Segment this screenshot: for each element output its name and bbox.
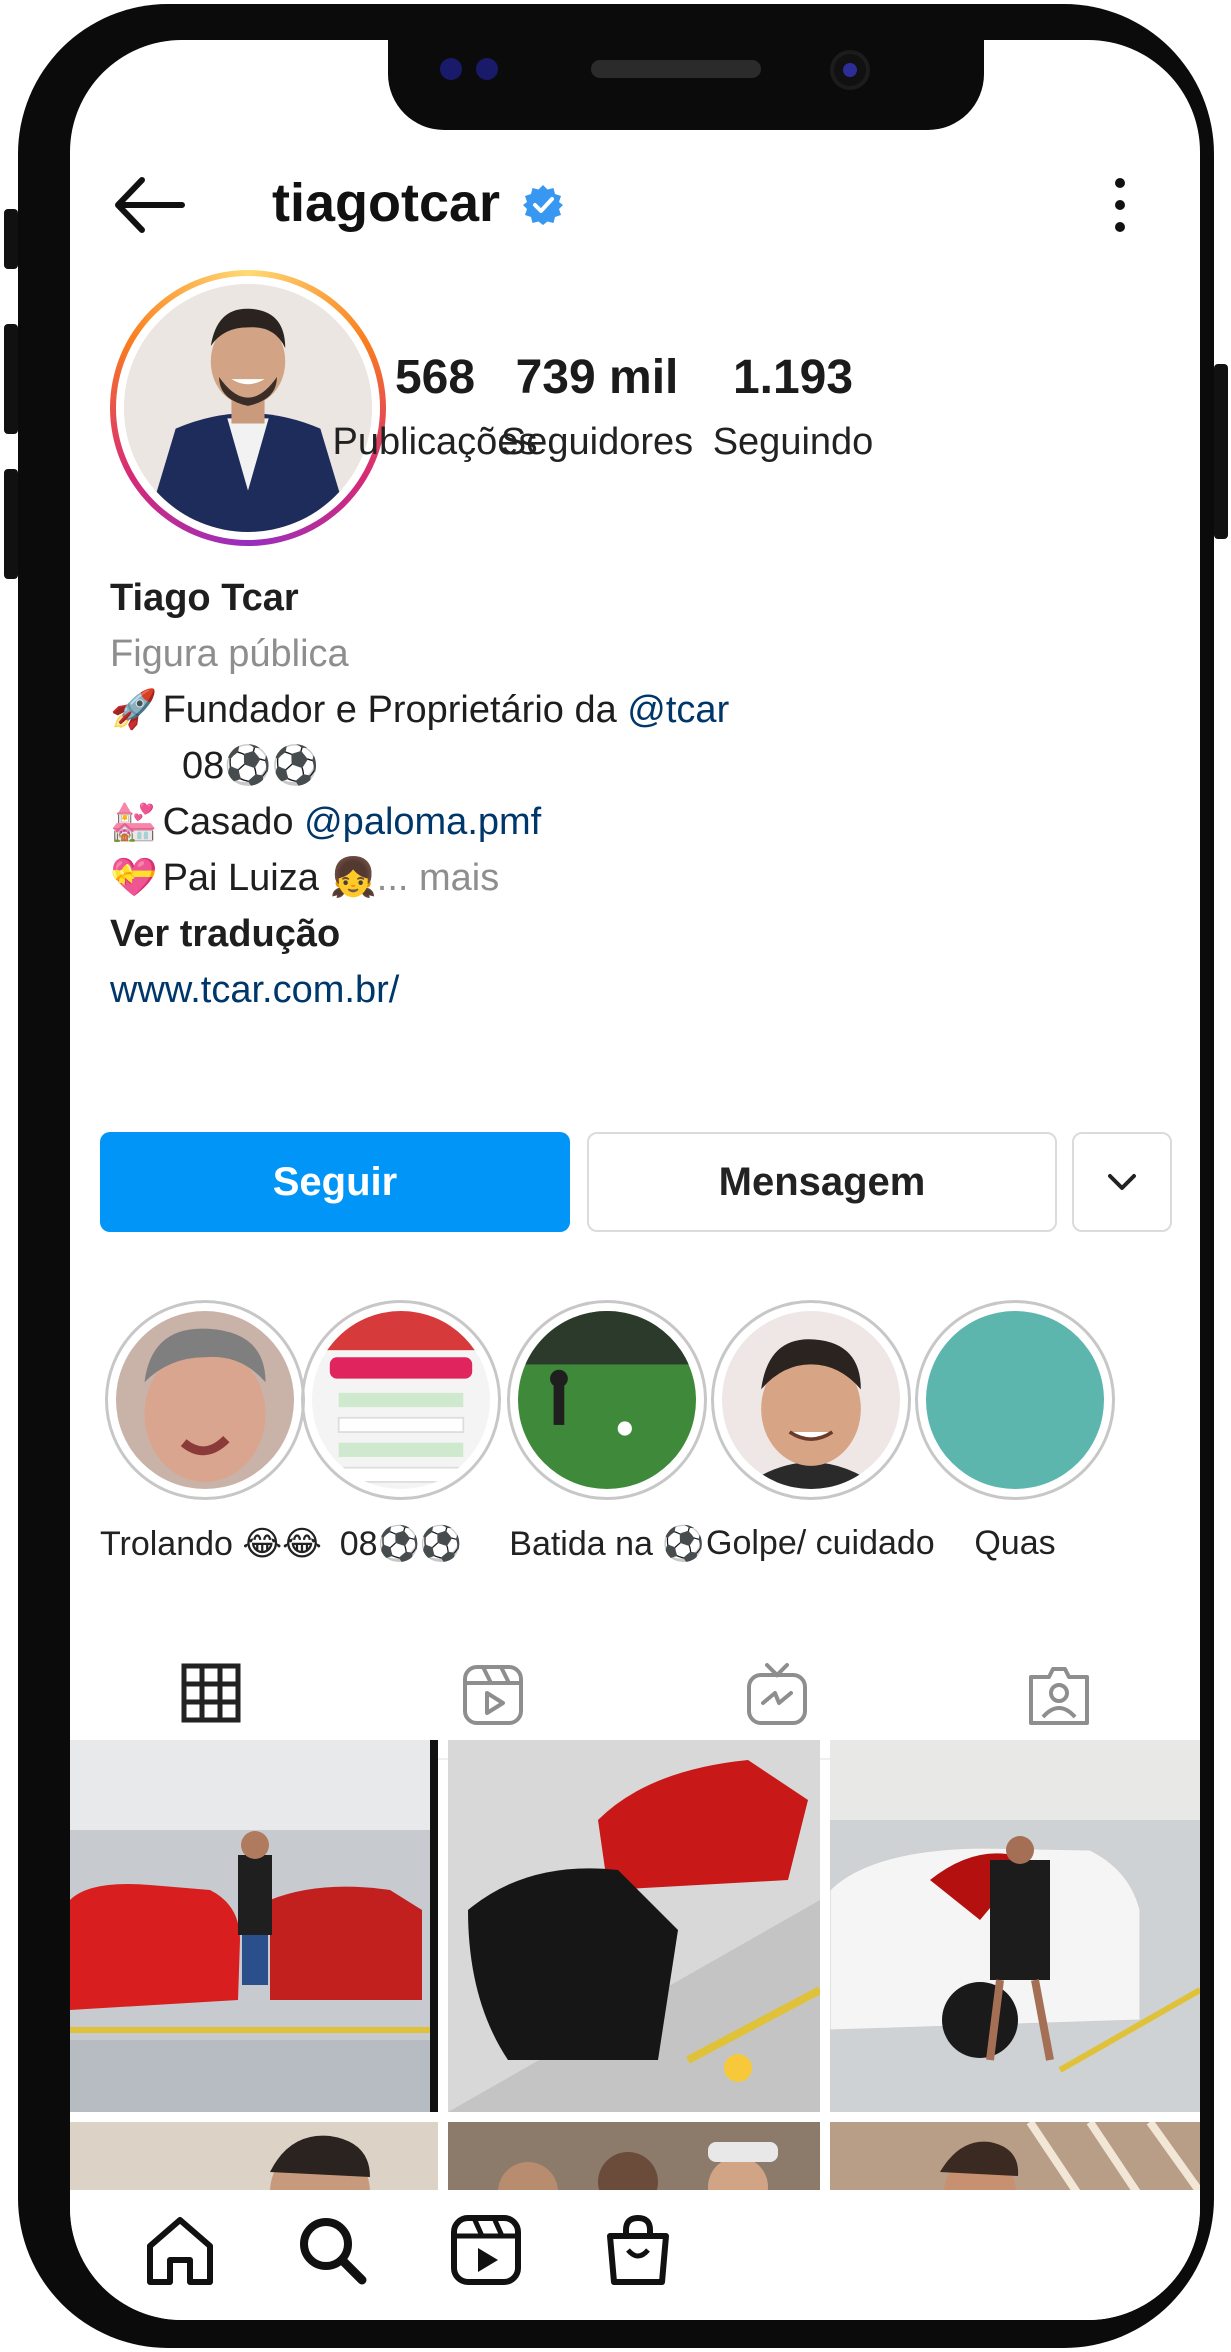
- follow-button[interactable]: Seguir: [100, 1132, 570, 1232]
- profile-full-name: Tiago Tcar: [110, 577, 299, 619]
- igtv-icon: [747, 1663, 807, 1725]
- highlight-item[interactable]: Trolando 😂😂: [100, 1300, 322, 1564]
- tagged-icon: [1029, 1667, 1089, 1725]
- highlight-ring: [915, 1300, 1115, 1500]
- bio-line-08: 08⚽⚽: [182, 745, 319, 787]
- bio-more-link[interactable]: ... mais: [377, 857, 499, 899]
- highlight-cover: [312, 1311, 490, 1489]
- profile-username: tiagotcar: [272, 173, 501, 233]
- highlight-cover: [116, 1311, 294, 1489]
- reels-icon[interactable]: [446, 2210, 526, 2290]
- highlight-label: Trolando 😂😂: [100, 1525, 322, 1563]
- notch: [388, 40, 984, 130]
- message-button[interactable]: Mensagem: [587, 1132, 1057, 1232]
- verified-badge-icon: [523, 185, 563, 225]
- more-options-icon[interactable]: [1105, 170, 1135, 240]
- website-link[interactable]: www.tcar.com.br/: [110, 962, 1110, 1018]
- rocket-emoji: 🚀: [110, 689, 158, 731]
- bottom-navigation: [70, 2190, 1200, 2320]
- highlight-label: 08⚽⚽: [339, 1525, 463, 1563]
- search-icon[interactable]: [292, 2210, 372, 2290]
- post-thumbnail[interactable]: [830, 1740, 1200, 2112]
- highlight-ring: [711, 1300, 911, 1500]
- profile-category: Figura pública: [110, 633, 349, 675]
- highlight-cover: [722, 1311, 900, 1489]
- following-count: 1.193: [732, 351, 854, 404]
- bio-line-founder: 🚀 Fundador e Proprietário da @tcar: [110, 682, 1110, 738]
- highlight-label: Quas: [974, 1524, 1056, 1562]
- post-thumbnail[interactable]: [448, 1740, 820, 2112]
- highlight-item[interactable]: Quas: [910, 1300, 1120, 1563]
- bio-father-text: Pai Luiza 👧: [162, 857, 377, 899]
- bio-founder-text: Fundador e Proprietário da: [162, 689, 628, 731]
- profile-bio: Tiago Tcar Figura pública 🚀 Fundador e P…: [110, 570, 1110, 1018]
- highlight-cover: [518, 1311, 696, 1489]
- earpiece-speaker: [591, 60, 761, 78]
- profile-header: tiagotcar: [70, 140, 1200, 270]
- front-camera: [830, 50, 870, 90]
- highlight-item[interactable]: Batida na ⚽: [502, 1300, 712, 1564]
- suggested-accounts-button[interactable]: [1072, 1132, 1172, 1232]
- heart-gift-emoji: 💝: [110, 857, 158, 899]
- volume-down-button: [4, 469, 18, 579]
- mention-paloma[interactable]: @paloma.pmf: [304, 801, 541, 843]
- home-icon[interactable]: [140, 2210, 220, 2290]
- highlight-label: Golpe/ cuidado: [706, 1524, 935, 1562]
- highlight-ring: [105, 1300, 305, 1500]
- highlight-ring: [301, 1300, 501, 1500]
- power-button: [1214, 364, 1228, 539]
- highlight-label: Batida na ⚽: [509, 1525, 705, 1563]
- bio-line-father: 💝 Pai Luiza 👧... mais: [110, 850, 1110, 906]
- reels-icon: [463, 1665, 523, 1725]
- see-translation-link[interactable]: Ver tradução: [110, 906, 1110, 962]
- shop-icon[interactable]: [598, 2210, 678, 2290]
- highlight-item[interactable]: 08⚽⚽: [296, 1300, 506, 1564]
- stat-following[interactable]: 1.193 Seguindo: [678, 350, 908, 464]
- highlight-ring: [507, 1300, 707, 1500]
- grid-icon: [181, 1663, 241, 1723]
- bio-married-text: Casado: [162, 801, 305, 843]
- volume-up-button: [4, 324, 18, 434]
- phone-frame: tiagotcar 568 Publicações 739 mil Seguid…: [4, 4, 1228, 2348]
- post-thumbnail[interactable]: [70, 1740, 438, 2112]
- screen: tiagotcar 568 Publicações 739 mil Seguid…: [70, 40, 1200, 2320]
- following-label: Seguindo: [712, 421, 874, 463]
- bio-line-married: 💒 Casado @paloma.pmf: [110, 794, 1110, 850]
- highlight-cover: [926, 1311, 1104, 1489]
- wedding-emoji: 💒: [110, 801, 158, 843]
- sensor-dot: [476, 58, 498, 80]
- chevron-down-icon: [1108, 1174, 1136, 1190]
- highlight-item[interactable]: Golpe/ cuidado: [706, 1300, 935, 1563]
- sensor-dot: [440, 58, 462, 80]
- mute-switch: [4, 209, 18, 269]
- back-arrow-icon[interactable]: [110, 170, 190, 240]
- mention-tcar[interactable]: @tcar: [627, 689, 729, 731]
